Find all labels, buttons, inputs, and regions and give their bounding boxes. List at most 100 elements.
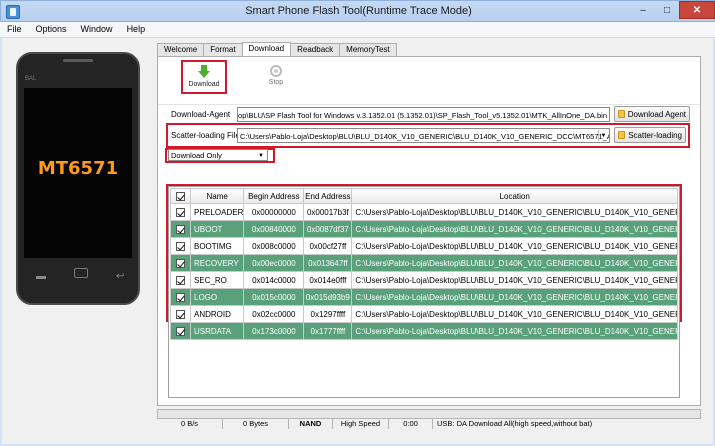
- begin-address: 0x00ec0000: [243, 254, 305, 272]
- file-location[interactable]: C:\Users\Pablo-Loja\Desktop\BLU\BLU_D140…: [351, 237, 678, 255]
- folder-icon: [618, 110, 625, 118]
- tab-bar: Welcome Format Download Readback MemoryT…: [157, 42, 397, 57]
- column-location[interactable]: Location: [351, 188, 678, 204]
- status-cells: 0 B/s 0 Bytes NAND High Speed 0:00 USB: …: [157, 419, 701, 429]
- file-location[interactable]: C:\Users\Pablo-Loja\Desktop\BLU\BLU_D140…: [351, 288, 678, 306]
- table-row[interactable]: SEC_RO 0x014c0000 0x014e0fff C:\Users\Pa…: [170, 271, 678, 289]
- end-address: 0x00cf27ff: [303, 237, 353, 255]
- scatter-file-label: Scatter-loading File: [171, 131, 240, 140]
- stop-icon: [270, 65, 282, 77]
- menu-window[interactable]: Window: [74, 22, 120, 37]
- row-checkbox[interactable]: [170, 254, 191, 272]
- end-address: 0x1297ffff: [303, 305, 353, 323]
- status-speed: 0 B/s: [157, 419, 223, 429]
- partition-name: BOOTIMG: [189, 237, 245, 255]
- home-key-icon: [74, 268, 88, 278]
- menu-file[interactable]: File: [0, 22, 29, 37]
- tab-welcome[interactable]: Welcome: [157, 43, 205, 57]
- file-location[interactable]: C:\Users\Pablo-Loja\Desktop\BLU\BLU_D140…: [351, 203, 678, 221]
- tab-memorytest[interactable]: MemoryTest: [339, 43, 397, 57]
- close-button[interactable]: ✕: [679, 1, 715, 19]
- table-row[interactable]: RECOVERY 0x00ec0000 0x013647ff C:\Users\…: [170, 254, 678, 272]
- download-mode-select[interactable]: Download Only ▼: [168, 149, 268, 161]
- row-checkbox[interactable]: [170, 322, 191, 340]
- file-location[interactable]: C:\Users\Pablo-Loja\Desktop\BLU\BLU_D140…: [351, 322, 678, 340]
- download-panel: Download Stop Download-Agent ctop\BLU\SP…: [157, 56, 701, 406]
- begin-address: 0x00000000: [243, 203, 305, 221]
- file-location[interactable]: C:\Users\Pablo-Loja\Desktop\BLU\BLU_D140…: [351, 220, 678, 238]
- download-agent-button[interactable]: Download Agent: [614, 106, 690, 122]
- row-checkbox[interactable]: [170, 271, 191, 289]
- scatter-file-path[interactable]: C:\Users\Pablo-Loja\Desktop\BLU\BLU_D140…: [237, 128, 610, 143]
- row-checkbox[interactable]: [170, 237, 191, 255]
- file-location[interactable]: C:\Users\Pablo-Loja\Desktop\BLU\BLU_D140…: [351, 271, 678, 289]
- row-checkbox[interactable]: [170, 305, 191, 323]
- begin-address: 0x173c0000: [243, 322, 305, 340]
- menu-key-icon: ▬: [36, 271, 46, 282]
- select-all-checkbox[interactable]: [170, 188, 191, 204]
- download-progress-bar: [157, 409, 701, 419]
- table-row[interactable]: USRDATA 0x173c0000 0x1777ffff C:\Users\P…: [170, 322, 678, 340]
- chevron-down-icon: ▼: [258, 152, 264, 159]
- status-usb: USB: DA Download All(high speed,without …: [437, 419, 593, 428]
- minimize-button[interactable]: –: [631, 1, 655, 19]
- client-area: BAL MT6571 ▬ ↩ Welcome Format Download R…: [2, 38, 713, 444]
- end-address: 0x014e0fff: [303, 271, 353, 289]
- tab-download[interactable]: Download: [241, 42, 292, 57]
- window-title: Smart Phone Flash Tool(Runtime Trace Mod…: [245, 5, 472, 17]
- folder-icon: [618, 131, 626, 139]
- begin-address: 0x014c0000: [243, 271, 305, 289]
- file-location[interactable]: C:\Users\Pablo-Loja\Desktop\BLU\BLU_D140…: [351, 305, 678, 323]
- table-row[interactable]: PRELOADER 0x00000000 0x00017b3f C:\Users…: [170, 203, 678, 221]
- maximize-button[interactable]: □: [656, 1, 678, 19]
- partition-table: Name Begin Address End Address Location …: [168, 186, 680, 398]
- download-button[interactable]: Download: [181, 60, 227, 94]
- status-time: 0:00: [389, 419, 433, 429]
- row-checkbox[interactable]: [170, 220, 191, 238]
- download-agent-path[interactable]: ctop\BLU\SP Flash Tool for Windows v.3.1…: [237, 107, 610, 122]
- tab-format[interactable]: Format: [203, 43, 243, 57]
- stop-button-label: Stop: [268, 79, 284, 86]
- column-name[interactable]: Name: [189, 188, 245, 204]
- partition-name: PRELOADER: [189, 203, 245, 221]
- row-checkbox[interactable]: [170, 288, 191, 306]
- back-key-icon: ↩: [116, 271, 125, 282]
- status-bytes: 0 Bytes: [223, 419, 289, 429]
- begin-address: 0x015c0000: [243, 288, 305, 306]
- file-location[interactable]: C:\Users\Pablo-Loja\Desktop\BLU\BLU_D140…: [351, 254, 678, 272]
- begin-address: 0x00840000: [243, 220, 305, 238]
- column-begin-address[interactable]: Begin Address: [243, 188, 305, 204]
- table-header-row: Name Begin Address End Address Location: [170, 188, 678, 204]
- end-address: 0x1777ffff: [303, 322, 353, 340]
- scatter-file-path-text: C:\Users\Pablo-Loja\Desktop\BLU\BLU_D140…: [240, 132, 610, 141]
- table-row[interactable]: ANDROID 0x02cc0000 0x1297ffff C:\Users\P…: [170, 305, 678, 323]
- partition-name: SEC_RO: [189, 271, 245, 289]
- menu-help[interactable]: Help: [120, 22, 153, 37]
- toolbar-separator: [158, 104, 700, 105]
- scatter-dropdown-arrow-icon[interactable]: ▼: [598, 130, 608, 141]
- tab-readback[interactable]: Readback: [290, 43, 341, 57]
- menu-options[interactable]: Options: [29, 22, 74, 37]
- table-row[interactable]: UBOOT 0x00840000 0x0087df37 C:\Users\Pab…: [170, 220, 678, 238]
- row-checkbox[interactable]: [170, 203, 191, 221]
- partition-name: USRDATA: [189, 322, 245, 340]
- end-address: 0x015d93b9: [303, 288, 353, 306]
- phone-brand: BAL: [25, 76, 37, 82]
- column-end-address[interactable]: End Address: [303, 188, 353, 204]
- status-storage: NAND: [289, 419, 333, 429]
- download-agent-label: Download-Agent: [171, 110, 231, 119]
- partition-name: ANDROID: [189, 305, 245, 323]
- scatter-loading-button-label: Scatter-loading: [628, 131, 682, 140]
- status-mode: High Speed: [333, 419, 389, 429]
- table-row[interactable]: BOOTIMG 0x008c0000 0x00cf27ff C:\Users\P…: [170, 237, 678, 255]
- phone-illustration: BAL MT6571 ▬ ↩: [16, 52, 140, 305]
- status-bar: 0 B/s 0 Bytes NAND High Speed 0:00 USB: …: [157, 409, 701, 429]
- download-agent-button-label: Download Agent: [627, 110, 686, 119]
- partition-name: UBOOT: [189, 220, 245, 238]
- download-button-label: Download: [188, 81, 220, 88]
- download-arrow-icon: [198, 65, 210, 79]
- table-row[interactable]: LOGO 0x015c0000 0x015d93b9 C:\Users\Pabl…: [170, 288, 678, 306]
- stop-button[interactable]: Stop: [254, 61, 298, 86]
- partition-name: LOGO: [189, 288, 245, 306]
- scatter-loading-button[interactable]: Scatter-loading: [614, 127, 686, 143]
